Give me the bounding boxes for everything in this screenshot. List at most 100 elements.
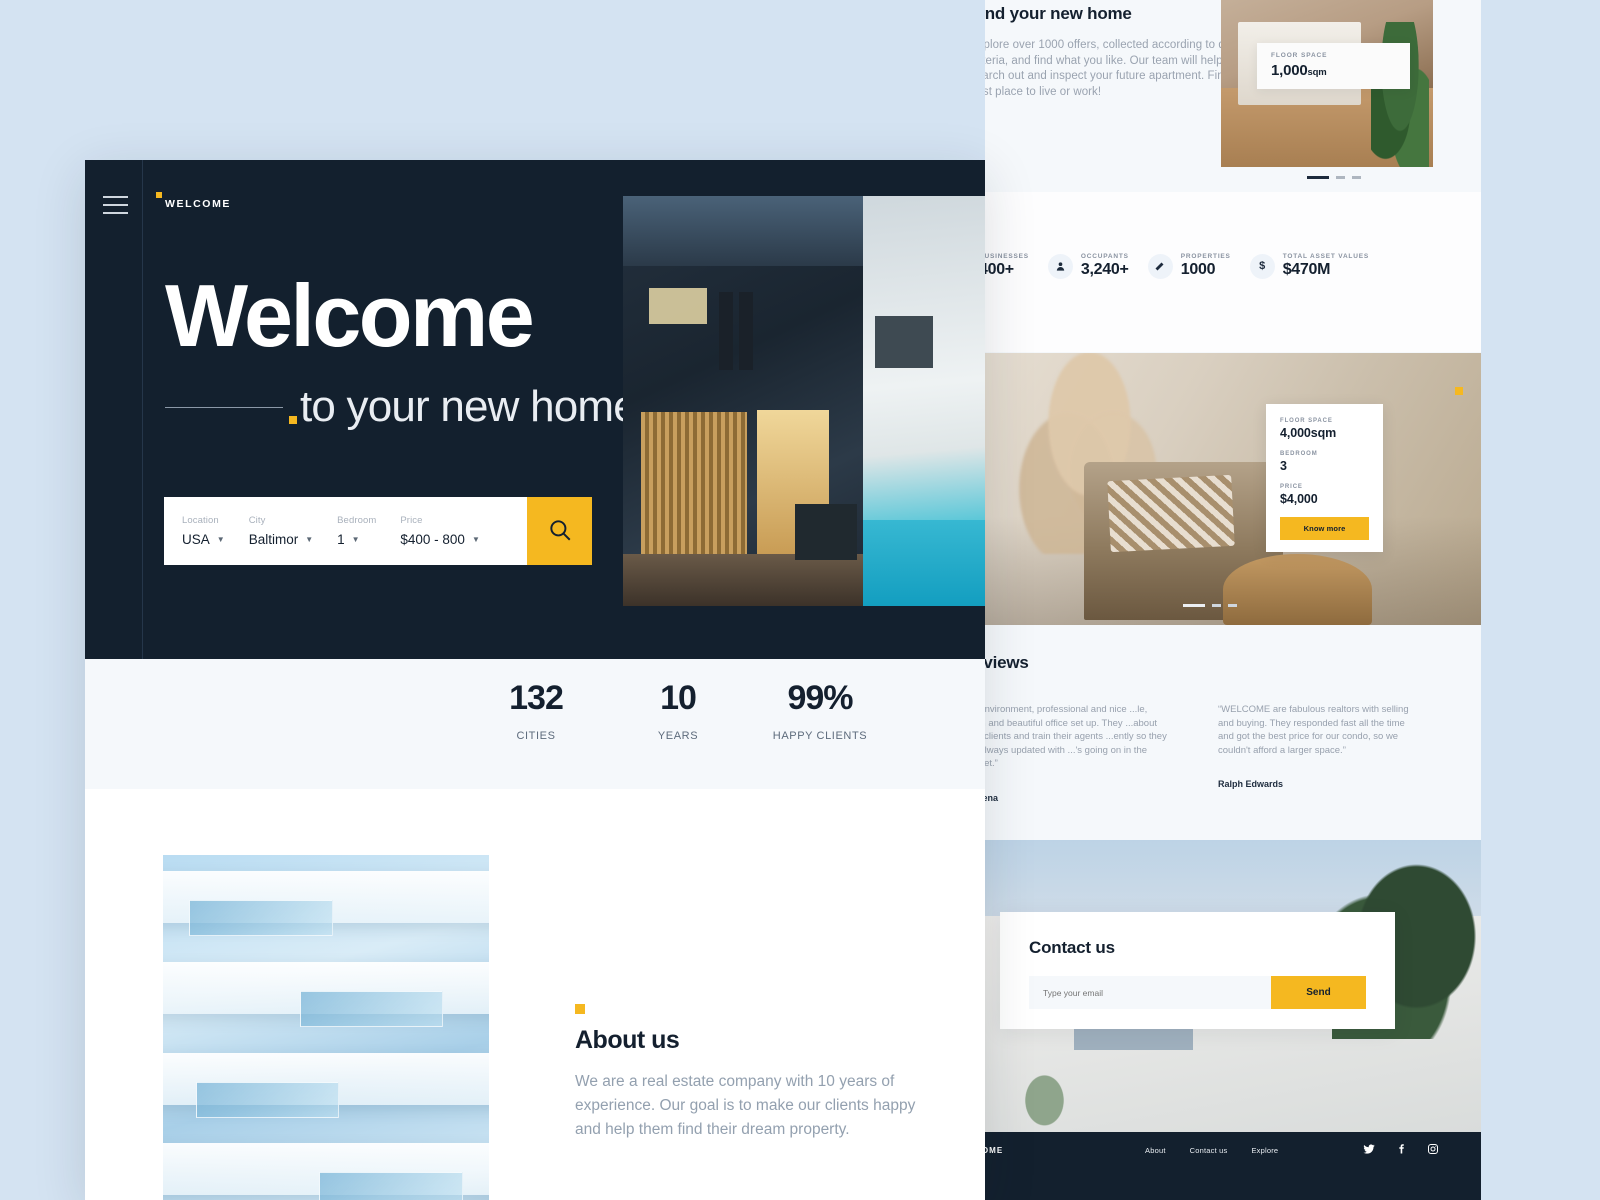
glass-railing-decor [319,1172,463,1200]
window-decor [719,292,733,370]
field-value: Baltimor [248,532,299,547]
city-select[interactable]: Baltimor ▼ [249,532,313,547]
search-field-location[interactable]: Location USA ▼ [182,515,225,547]
slider-dot-1[interactable] [1307,176,1329,179]
hero-side-rail [85,160,143,659]
stat-value: 400+ [985,261,1014,278]
review-text: “...t environment, professional and nice… [985,704,1167,769]
about-section: About us We are a real estate company wi… [85,789,985,1200]
stat-caption: YEARS [657,730,699,742]
wood-slats-decor [641,412,747,562]
about-body: We are a real estate company with 10 yea… [575,1073,916,1138]
hero-subtitle-text: to your new home [300,382,638,431]
footer-link-about[interactable]: About [1145,1146,1166,1155]
field-value: USA [182,532,210,547]
twitter-icon[interactable] [1363,1142,1375,1160]
property-search-bar: Location USA ▼ City Baltimor ▼ Bedroom 1… [164,497,592,565]
facebook-icon[interactable] [1395,1142,1407,1160]
stats-row: BUSINESSES 400+ OCCUPANTS 3,240+ PROPE [985,253,1388,279]
contact-us-card: Contact us Send [1000,912,1395,1029]
know-more-button[interactable]: Know more [1280,517,1369,540]
footer-link-contact-us[interactable]: Contact us [1190,1146,1228,1155]
floor-space-value: 4,000sqm [1280,426,1337,440]
field-label: Price [400,515,423,526]
field-label: Bedroom [337,515,377,526]
price-select[interactable]: $400 - 800 ▼ [400,532,479,547]
window-decor [875,316,933,368]
stat-label: BUSINESSES [985,253,1029,260]
plant-decor [1014,1061,1075,1127]
review-text: “WELCOME are fabulous realtors with sell… [1218,704,1409,756]
footer-link-explore[interactable]: Explore [1251,1146,1278,1155]
search-field-city[interactable]: City Baltimor ▼ [249,515,313,547]
about-us-block: About us We are a real estate company wi… [575,1004,925,1142]
property-details-card: FLOOR SPACE 4,000sqm BEDROOM 3 PRICE $4,… [1266,404,1383,552]
stat-cities: 132 CITIES [465,679,607,742]
menu-bar [103,196,128,198]
search-field-bedroom[interactable]: Bedroom 1 ▼ [337,515,376,547]
accent-square-icon [289,416,297,424]
email-field[interactable] [1029,976,1271,1009]
floor-space-card: FLOOR SPACE 1,000sqm [1257,43,1410,89]
bedroom-value: 3 [1280,459,1287,473]
footer: ...COME About Contact us Explore [985,1132,1481,1200]
sky-decor [623,196,863,266]
bedroom-slider-indicators[interactable] [1307,176,1361,179]
table-decor [1223,554,1372,625]
social-links [1363,1142,1439,1160]
search-field-price[interactable]: Price $400 - 800 ▼ [400,515,479,547]
field-value: 1 [337,532,345,547]
menu-bar [103,204,128,206]
stat-number: 132 [509,679,564,717]
logo[interactable]: WELCOME [156,192,232,210]
accent-square-icon [575,1004,585,1014]
stats-row: 132 CITIES 10 YEARS 99% HAPPY CLIENTS [465,679,891,742]
glass-railing-decor [195,1081,340,1118]
stat-number: 10 [660,679,697,717]
ground-decor [623,554,863,606]
slider-dot-3[interactable] [1228,604,1237,607]
search-button[interactable] [527,497,592,565]
slider-dot-2[interactable] [1212,604,1221,607]
menu-bar [103,212,128,214]
apartment-building-photo [163,855,489,1200]
pool-decor [863,520,985,606]
design-presentation-canvas: Find your new home Explore over 1000 off… [0,0,1600,1200]
logo-text: WELCOME [165,198,232,210]
send-button[interactable]: Send [1271,976,1366,1009]
review-card: “WELCOME are fabulous realtors with sell… [1218,703,1423,789]
left-mockup-panel: WELCOME Welcome to your new home Locatio… [85,160,985,1200]
slider-dot-1[interactable] [1183,604,1205,607]
price-value: $4,000 [1280,492,1318,506]
location-select[interactable]: USA ▼ [182,532,225,547]
reviews-heading: Reviews [985,653,1029,672]
footer-links: About Contact us Explore [1145,1146,1278,1155]
slider-dot-3[interactable] [1352,176,1361,179]
right-mockup-panel: Find your new home Explore over 1000 off… [985,0,1481,1200]
floor-space-value: 1,000 [1271,62,1308,79]
bedroom-label: BEDROOM [1280,451,1318,457]
chevron-down-icon: ▼ [471,535,480,544]
floor-space-unit: sqm [1307,67,1327,78]
reviews-section: Reviews “...t environment, professional … [985,625,1481,840]
stat-number: 99% [787,679,853,717]
slider-dot-2[interactable] [1336,176,1345,179]
planter-decor [795,504,857,560]
stat-happy-clients: 99% HAPPY CLIENTS [749,679,891,742]
instagram-icon[interactable] [1427,1142,1439,1160]
bedroom-select[interactable]: 1 ▼ [337,532,376,547]
glass-railing-decor [189,900,333,937]
stat-value: 3,240+ [1080,261,1129,278]
pillow-decor [1107,474,1235,553]
menu-icon[interactable] [103,196,128,220]
room-slider-indicators[interactable] [1183,604,1237,607]
stat-caption: CITIES [516,730,556,742]
property-bedroom: BEDROOM 3 [1280,451,1369,473]
contact-form: Send [1029,976,1366,1009]
hero-property-photo [623,196,985,606]
footer-logo: ...COME [985,1146,1004,1155]
price-label: PRICE [1280,484,1303,490]
field-label: Location [182,515,219,526]
stat-total-asset-values: $ TOTAL ASSET VALUES $470M [1249,253,1369,279]
window-decor [649,288,707,324]
